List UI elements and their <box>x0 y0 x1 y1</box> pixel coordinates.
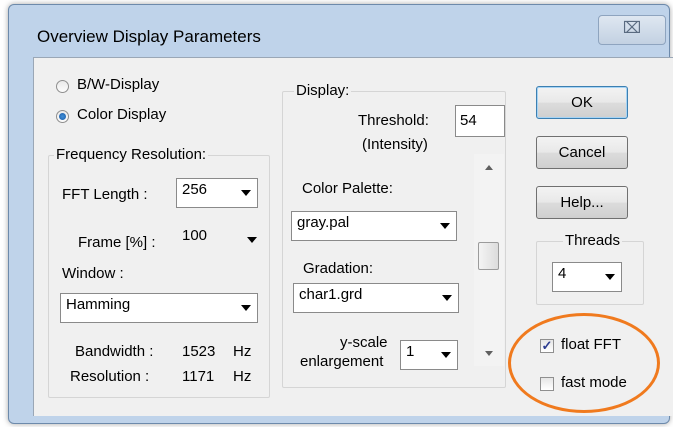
display-heading: Display: <box>294 82 352 99</box>
color-display-radio[interactable] <box>56 110 69 123</box>
resolution-value: 1171 <box>182 368 215 385</box>
chevron-down-icon <box>241 190 251 196</box>
bw-display-label: B/W-Display <box>77 76 160 93</box>
yscale-select[interactable]: 1 <box>400 340 458 370</box>
threshold-label: Threshold: <box>358 112 429 129</box>
highlight-ellipse <box>508 313 660 413</box>
color-palette-value: gray.pal <box>297 214 350 231</box>
chevron-down-icon <box>605 274 615 280</box>
resolution-label: Resolution : <box>70 368 150 385</box>
bandwidth-unit: Hz <box>233 343 252 360</box>
help-button[interactable]: Help... <box>536 186 628 219</box>
threshold-scrollbar[interactable] <box>474 154 504 366</box>
color-palette-select[interactable]: gray.pal <box>291 211 457 241</box>
fft-length-label: FFT Length : <box>62 186 148 203</box>
scroll-up-icon[interactable] <box>485 165 493 170</box>
threads-select[interactable]: 4 <box>552 262 622 292</box>
color-palette-label: Color Palette: <box>302 180 393 197</box>
chevron-down-icon <box>241 305 251 311</box>
yscale-value: 1 <box>406 343 415 360</box>
close-icon: ⌧ <box>622 20 642 37</box>
color-display-label: Color Display <box>77 106 167 123</box>
fft-length-value: 256 <box>182 181 208 198</box>
scroll-down-icon[interactable] <box>485 351 493 356</box>
frequency-resolution-heading: Frequency Resolution: <box>54 146 209 163</box>
frame-label: Frame [%] : <box>78 234 156 251</box>
yscale-label: y-scale <box>340 334 388 351</box>
gradation-select[interactable]: char1.grd <box>293 283 459 313</box>
yscale-label-line2: enlargement <box>300 353 384 370</box>
gradation-value: char1.grd <box>299 286 363 303</box>
window-select[interactable]: Hamming <box>60 293 258 323</box>
bw-display-radio[interactable] <box>56 80 69 93</box>
threshold-value: 54 <box>460 112 477 129</box>
cancel-button[interactable]: Cancel <box>536 136 628 169</box>
resolution-unit: Hz <box>233 368 252 385</box>
window-title: Overview Display Parameters <box>37 27 261 46</box>
chevron-down-icon <box>247 237 257 243</box>
bandwidth-value: 1523 <box>182 343 216 360</box>
close-button[interactable]: ⌧ <box>598 15 666 45</box>
fft-length-select[interactable]: 256 <box>176 178 258 208</box>
chevron-down-icon <box>441 352 451 358</box>
frame-value: 100 <box>182 227 208 244</box>
chevron-down-icon <box>442 295 452 301</box>
threads-heading: Threads <box>563 232 623 249</box>
frame-select[interactable]: 100 <box>177 225 259 255</box>
threshold-sublabel: (Intensity) <box>362 136 428 153</box>
ok-button[interactable]: OK <box>536 86 628 119</box>
threads-value: 4 <box>558 265 567 282</box>
window-value: Hamming <box>66 296 131 313</box>
threshold-input[interactable]: 54 <box>455 105 505 137</box>
scrollbar-thumb[interactable] <box>478 242 499 270</box>
window-label: Window : <box>62 265 124 282</box>
chevron-down-icon <box>440 223 450 229</box>
gradation-label: Gradation: <box>303 260 374 277</box>
bandwidth-label: Bandwidth : <box>75 343 154 360</box>
